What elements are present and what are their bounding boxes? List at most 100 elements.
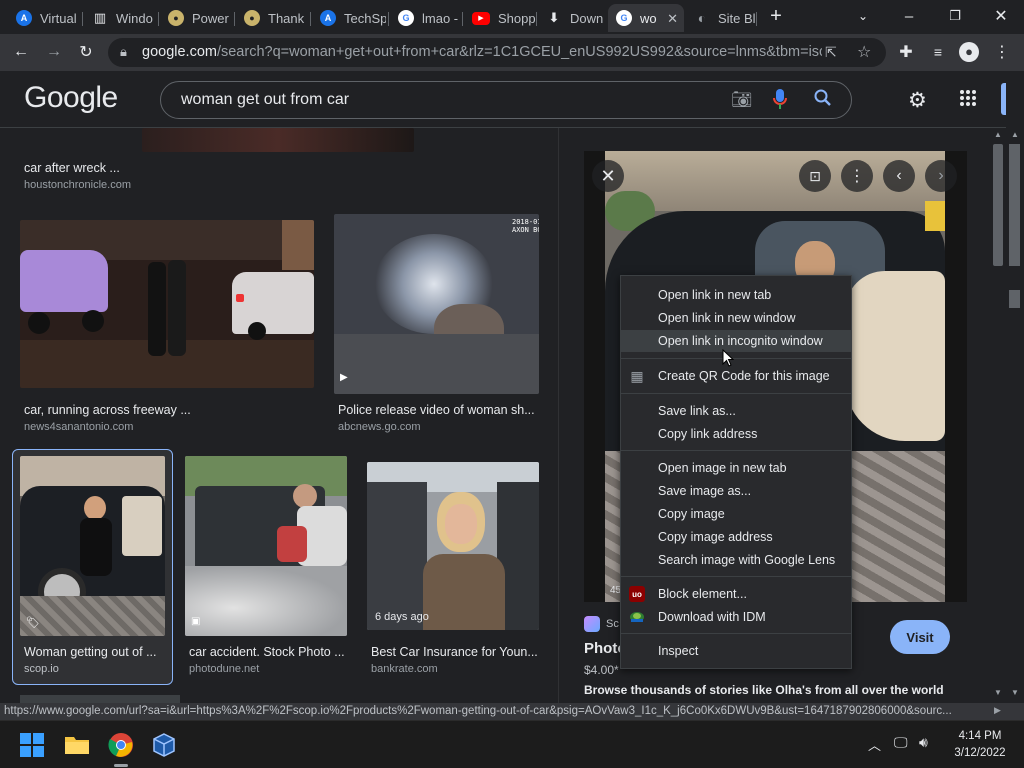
lens-search-icon[interactable]: ⊡ — [799, 160, 831, 192]
menu-block-element[interactable]: Block element... — [658, 587, 747, 601]
visit-button[interactable]: Visit — [890, 620, 950, 654]
outer-scrollbar-thumb[interactable] — [1009, 144, 1020, 266]
scroll-down-arrow-icon[interactable]: ▼ — [994, 688, 1002, 697]
result-thumbnail-car-accident[interactable]: ▣ — [185, 456, 347, 636]
reload-icon[interactable]: ↻ — [74, 40, 98, 64]
result-source[interactable]: abcnews.go.com — [338, 421, 421, 433]
menu-copy-link-address[interactable]: Copy link address — [658, 427, 757, 441]
close-window-icon[interactable]: ✕ — [981, 4, 1021, 28]
windows-start-icon[interactable] — [20, 733, 44, 762]
preview-site-name[interactable]: Sc — [606, 618, 619, 630]
next-image-chevron-right-icon[interactable]: › — [925, 160, 957, 192]
restore-icon[interactable]: ❐ — [935, 4, 975, 28]
media-queue-icon[interactable]: ≡ — [926, 40, 950, 64]
sign-in-button-edge[interactable] — [1001, 83, 1006, 115]
menu-search-google-lens[interactable]: Search image with Google Lens — [658, 553, 835, 567]
tab-search-chevron-down-icon[interactable]: ⌄ — [843, 4, 883, 28]
tab-downloads[interactable]: ⬇ Down — [538, 4, 608, 32]
scroll-right-arrow-icon[interactable]: ▶ — [994, 705, 1001, 716]
menu-download-with-idm[interactable]: Download with IDM — [658, 610, 766, 624]
result-source[interactable]: news4sanantonio.com — [24, 421, 133, 433]
tab-power[interactable]: ● Power — [160, 4, 232, 32]
result-thumbnail-partial[interactable] — [142, 128, 414, 152]
scroll-down-arrow-icon[interactable]: ▼ — [1011, 688, 1019, 697]
page-scrollbar[interactable]: ▲ ▼ — [990, 128, 1006, 703]
scroll-up-arrow-icon[interactable]: ▲ — [1011, 130, 1019, 139]
result-title[interactable]: car, running across freeway ... — [24, 403, 191, 417]
site-favicon-icon — [584, 616, 600, 632]
disc-favicon-icon: ● — [244, 10, 260, 26]
outer-scrollbar-marker — [1009, 290, 1020, 308]
chrome-menu-kebab-icon[interactable]: ⋮ — [990, 40, 1014, 64]
menu-open-link-incognito[interactable]: Open link in incognito window — [658, 334, 823, 348]
result-title[interactable]: car accident. Stock Photo ... — [189, 645, 345, 659]
file-explorer-icon[interactable] — [64, 733, 90, 760]
chrome-taskbar-icon[interactable] — [108, 732, 134, 763]
menu-save-link-as[interactable]: Save link as... — [658, 404, 736, 418]
menu-copy-image-address[interactable]: Copy image address — [658, 530, 773, 544]
close-tab-icon[interactable]: ✕ — [667, 11, 678, 27]
tab-windows[interactable]: ▥ Windo — [84, 4, 154, 32]
close-preview-icon[interactable]: ✕ — [592, 160, 624, 192]
result-title[interactable]: Best Car Insurance for Youn... — [371, 645, 538, 659]
back-arrow-icon[interactable]: ← — [9, 40, 33, 64]
tab-thank[interactable]: ● Thank — [236, 4, 308, 32]
scrollbar-thumb[interactable] — [993, 144, 1003, 266]
new-tab-plus-icon[interactable]: + — [758, 4, 794, 28]
bookmark-star-icon[interactable]: ☆ — [857, 42, 871, 62]
lock-icon[interactable]: 🔒︎ — [120, 44, 127, 60]
virtualbox-taskbar-icon[interactable] — [151, 732, 177, 763]
search-icon[interactable] — [813, 88, 833, 113]
menu-open-link-new-tab[interactable]: Open link in new tab — [658, 288, 771, 302]
tray-chevron-up-icon[interactable]: ︿ — [868, 735, 881, 754]
result-thumbnail-blonde-car[interactable]: 6 days ago — [367, 462, 539, 630]
tab-techspot[interactable]: A TechSp — [312, 4, 386, 32]
menu-create-qr-code[interactable]: Create QR Code for this image — [658, 369, 830, 383]
tab-active-search[interactable]: G wo ✕ — [608, 4, 684, 32]
extensions-puzzle-icon[interactable]: ✚ — [894, 40, 918, 64]
tab-label: TechSp — [344, 10, 386, 26]
menu-open-link-new-window[interactable]: Open link in new window — [658, 311, 796, 325]
tab-site-blocker[interactable]: ◐ Site Bl — [686, 4, 756, 32]
tab-lmao[interactable]: G lmao - — [390, 4, 462, 32]
result-source[interactable]: scop.io — [24, 663, 59, 675]
share-icon[interactable]: ⇱ — [825, 44, 837, 61]
minimize-icon[interactable]: – — [889, 4, 929, 28]
result-title[interactable]: Police release video of woman sh... — [338, 403, 535, 417]
profile-avatar-icon[interactable]: ● — [957, 40, 981, 64]
result-thumbnail-partial[interactable] — [20, 695, 180, 703]
result-title[interactable]: car after wreck ... — [24, 161, 120, 175]
menu-copy-image[interactable]: Copy image — [658, 507, 725, 521]
result-thumbnail-bodycam[interactable]: 2018-01 AXON BC ▶ — [334, 214, 539, 394]
tab-shopping[interactable]: ▶ Shopp — [464, 4, 536, 32]
search-input[interactable]: woman get out from car — [181, 91, 349, 109]
result-source[interactable]: photodune.net — [189, 663, 259, 675]
network-icon[interactable]: 🖵︎ — [894, 734, 908, 751]
bodycam-timestamp: 2018-01 AXON BC — [512, 218, 539, 234]
result-source[interactable]: houstonchronicle.com — [24, 179, 131, 191]
clock-time[interactable]: 4:14 PM — [950, 730, 1010, 742]
search-box[interactable]: woman get out from car 📷︎ — [160, 81, 852, 119]
tab-virtual[interactable]: A Virtual — [8, 4, 76, 32]
menu-save-image-as[interactable]: Save image as... — [658, 484, 751, 498]
volume-icon[interactable]: 🔊︎ — [919, 734, 928, 751]
previous-image-chevron-left-icon[interactable]: ‹ — [883, 160, 915, 192]
result-source[interactable]: bankrate.com — [371, 663, 438, 675]
google-logo[interactable]: Google — [24, 81, 118, 115]
address-url[interactable]: google.com/search?q=woman+get+out+from+c… — [142, 44, 822, 60]
apps-grid-icon[interactable] — [959, 89, 977, 112]
clock-date[interactable]: 3/12/2022 — [946, 747, 1014, 759]
scroll-up-arrow-icon[interactable]: ▲ — [994, 130, 1002, 139]
menu-inspect[interactable]: Inspect — [658, 644, 698, 658]
settings-gear-icon[interactable]: ⚙ — [908, 88, 927, 113]
microphone-icon[interactable] — [773, 88, 787, 115]
menu-open-image-new-tab[interactable]: Open image in new tab — [658, 461, 787, 475]
camera-search-icon[interactable]: 📷︎ — [731, 90, 753, 110]
result-thumbnail-woman-car[interactable]: 🏷︎ — [20, 456, 165, 636]
result-thumbnail-police-night[interactable] — [20, 220, 314, 388]
more-options-kebab-icon[interactable]: ⋮ — [841, 160, 873, 192]
outer-scrollbar[interactable]: ▲ ▼ — [1006, 128, 1024, 703]
result-title[interactable]: Woman getting out of ... — [24, 645, 160, 659]
forward-arrow-icon[interactable]: → — [42, 40, 66, 64]
address-bar[interactable]: 🔒︎ google.com/search?q=woman+get+out+fro… — [108, 38, 886, 67]
